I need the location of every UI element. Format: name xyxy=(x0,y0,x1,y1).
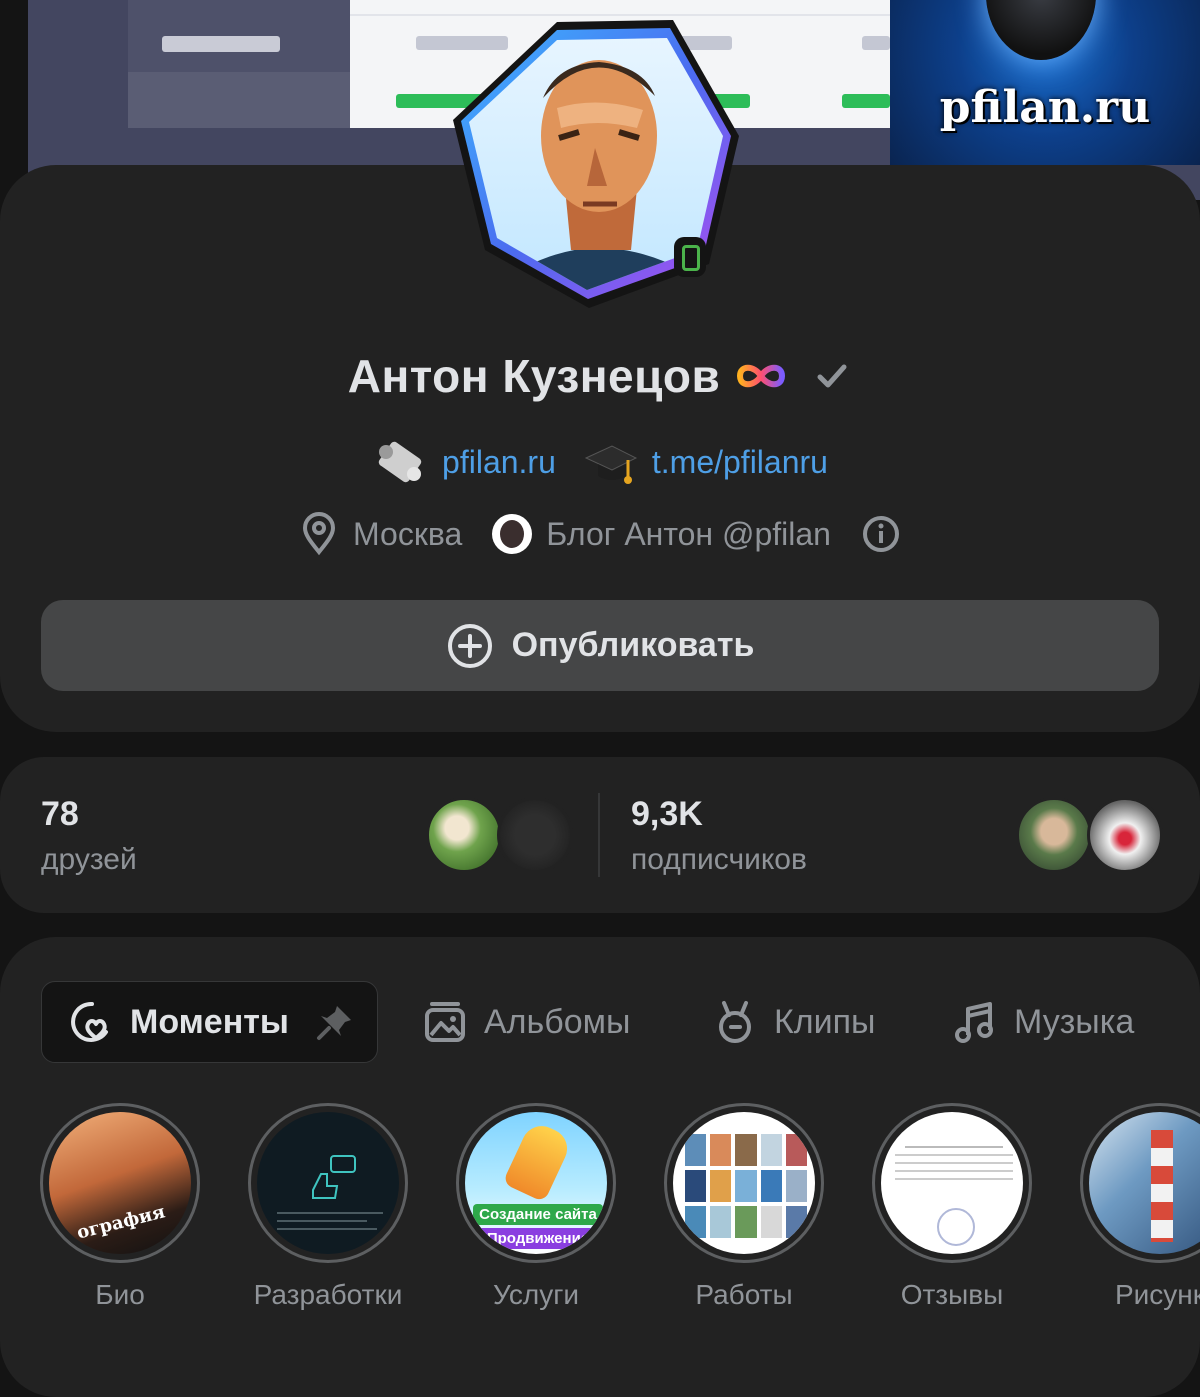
story-services[interactable]: Создание сайта Продвижение Услуги xyxy=(451,1103,621,1311)
music-icon xyxy=(955,1002,993,1043)
scroll-icon xyxy=(378,441,422,483)
graduation-cap-icon xyxy=(584,445,637,484)
alien-head-icon xyxy=(986,0,1096,60)
followers-count: 9,3K xyxy=(631,795,703,833)
community-avatar xyxy=(492,514,533,554)
friends-count: 78 xyxy=(41,795,79,833)
rocket-icon xyxy=(502,1119,574,1203)
tab-music[interactable]: Музыка xyxy=(952,981,1134,1063)
follower-avatar xyxy=(1016,797,1092,873)
story-label: Разработки xyxy=(253,1279,403,1310)
pin-icon[interactable] xyxy=(315,1002,355,1042)
friends-stat[interactable]: 78 друзей xyxy=(0,757,598,913)
info-icon[interactable] xyxy=(861,514,901,554)
story-label: Био xyxy=(95,1279,145,1310)
publish-button[interactable]: Опубликовать xyxy=(41,600,1159,691)
tab-music-label: Музыка xyxy=(1014,1002,1135,1041)
story-reviews[interactable]: Отзывы xyxy=(867,1103,1037,1311)
website-link[interactable]: pfilan.ru xyxy=(442,444,556,481)
content-card: Моменты Альбомы Клипы Музыка ография Био… xyxy=(0,937,1200,1397)
tab-moments-label: Моменты xyxy=(130,1002,289,1041)
friends-label: друзей xyxy=(41,843,137,876)
story-label: Рисунк xyxy=(1114,1279,1200,1310)
plus-circle-icon xyxy=(447,623,492,668)
followers-label: подписчиков xyxy=(631,843,807,876)
story-overlay-text: Создание сайта xyxy=(473,1204,603,1225)
telegram-link[interactable]: t.me/pfilanru xyxy=(652,444,828,481)
friend-avatar xyxy=(497,797,573,873)
verified-check-icon[interactable] xyxy=(812,356,852,396)
followers-stat[interactable]: 9,3K подписчиков xyxy=(600,757,1200,913)
story-overlay-text: Продвижение xyxy=(473,1228,603,1249)
profile-name: Антон Кузнецов xyxy=(347,350,721,402)
story-bio[interactable]: ография Био xyxy=(35,1103,205,1311)
story-overlay-text: ография xyxy=(74,1201,168,1244)
location-pin-icon xyxy=(303,512,336,556)
profile-details: Москва Блог Антон @pfilan xyxy=(0,506,1200,562)
community-link[interactable]: Блог Антон @pfilan xyxy=(546,516,831,553)
brand-logo-text: pfilan.ru xyxy=(939,82,1151,133)
stamp-icon xyxy=(937,1208,975,1246)
infinity-badge-icon[interactable] xyxy=(734,361,788,391)
album-icon xyxy=(425,1002,465,1042)
friend-avatar xyxy=(426,797,502,873)
location-text[interactable]: Москва xyxy=(353,516,462,553)
tab-clips-label: Клипы xyxy=(774,1002,876,1041)
tab-moments[interactable]: Моменты xyxy=(41,981,378,1063)
tab-albums-label: Альбомы xyxy=(484,1002,631,1041)
tab-clips[interactable]: Клипы xyxy=(712,981,876,1063)
works-gallery-grid xyxy=(685,1134,807,1238)
tab-albums[interactable]: Альбомы xyxy=(422,981,630,1063)
brand-logo: pfilan.ru xyxy=(890,0,1200,165)
follower-avatar xyxy=(1087,797,1163,873)
clips-icon xyxy=(719,1001,751,1043)
profile-name-row: Антон Кузнецов xyxy=(0,346,1200,406)
stats-card: 78 друзей 9,3K подписчиков xyxy=(0,757,1200,913)
review-document xyxy=(895,1140,1013,1186)
online-mobile-badge xyxy=(674,237,706,277)
moments-icon xyxy=(71,1001,108,1042)
lighthouse-icon xyxy=(1151,1130,1173,1242)
cover-sidebar-graphic xyxy=(128,0,350,128)
profile-links: pfilan.ru t.me/pfilanru xyxy=(0,432,1200,492)
story-label: Отзывы xyxy=(900,1279,1004,1310)
story-drawings[interactable]: Рисунк xyxy=(1075,1103,1200,1311)
story-label: Услуги xyxy=(492,1279,580,1310)
thumbs-up-chat-icon xyxy=(277,1155,383,1230)
publish-button-label: Опубликовать xyxy=(511,626,755,664)
story-developments[interactable]: Разработки xyxy=(243,1103,413,1311)
story-works[interactable]: Работы xyxy=(659,1103,829,1311)
story-label: Работы xyxy=(695,1279,793,1310)
